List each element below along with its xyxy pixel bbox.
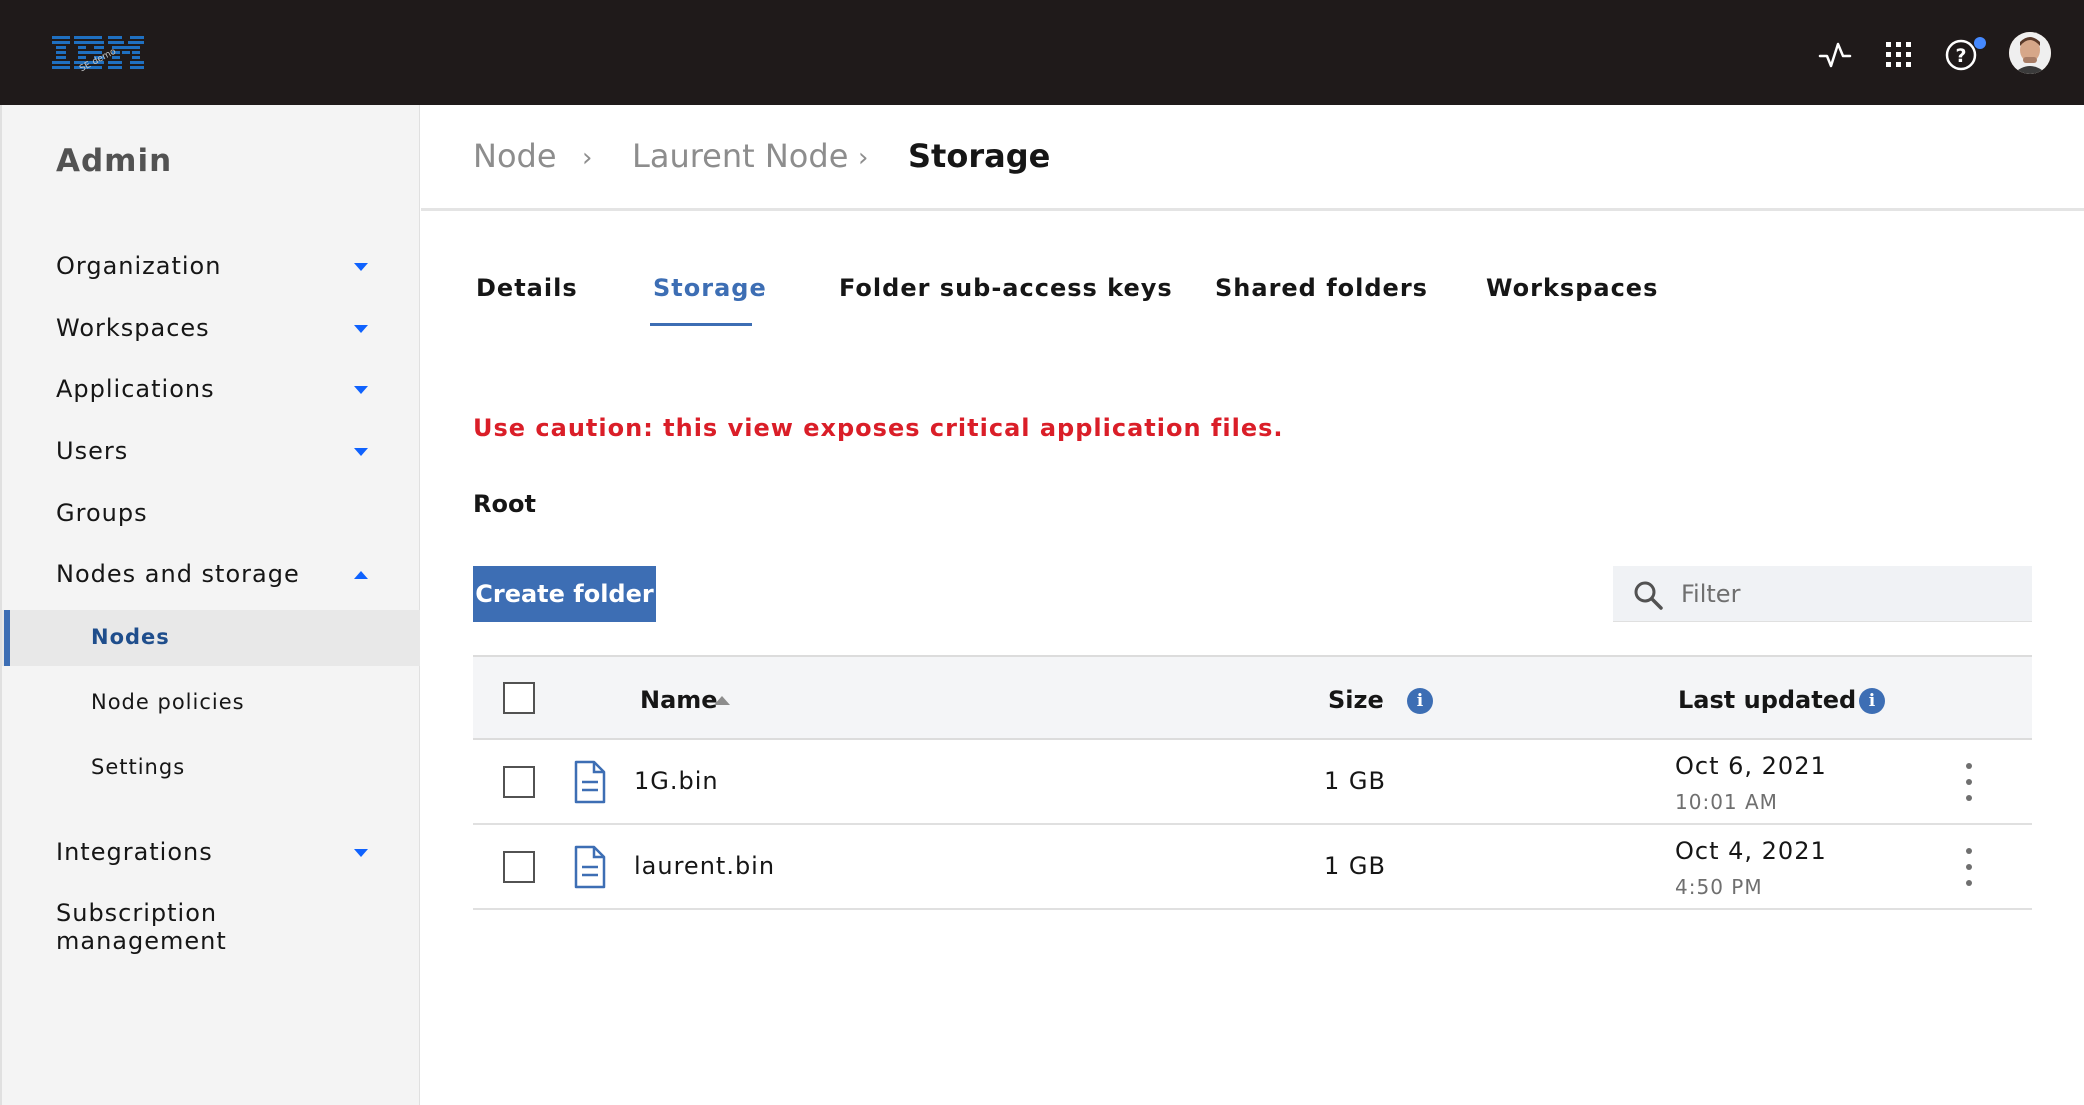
sidebar-subitem-node-policies[interactable]: Node policies [2, 675, 420, 731]
table-row[interactable]: laurent.bin 1 GB Oct 4, 2021 4:50 PM [473, 825, 2032, 910]
info-icon[interactable]: i [1407, 688, 1433, 714]
sidebar-item-label: Workspaces [56, 314, 210, 342]
chevron-right-icon: › [582, 143, 593, 173]
chevron-down-icon [354, 325, 368, 333]
file-size: 1 GB [1324, 852, 1386, 880]
activity-icon[interactable] [1817, 36, 1855, 74]
svg-text:?: ? [1955, 45, 1966, 67]
sidebar-item-groups[interactable]: Groups [2, 488, 420, 538]
table-row[interactable]: 1G.bin 1 GB Oct 6, 2021 10:01 AM [473, 740, 2032, 825]
sidebar-subitem-label: Nodes [91, 625, 170, 649]
file-name[interactable]: laurent.bin [634, 852, 775, 880]
tab-storage[interactable]: Storage [653, 274, 767, 302]
table-header: Name Size i Last updated i [473, 655, 2032, 740]
breadcrumb-current: Storage [908, 137, 1051, 175]
search-icon [1634, 581, 1663, 610]
sidebar-item-label: Users [56, 437, 129, 465]
file-name[interactable]: 1G.bin [634, 767, 719, 795]
admin-sidebar: Admin Organization Workspaces Applicatio… [0, 105, 420, 1105]
sidebar-subitem-label: Node policies [91, 690, 245, 714]
sidebar-item-workspaces[interactable]: Workspaces [2, 303, 420, 353]
sidebar-item-label: Subscription management [56, 899, 227, 955]
chevron-down-icon [354, 448, 368, 456]
document-icon [574, 760, 606, 804]
sidebar-subitem-settings[interactable]: Settings [2, 740, 420, 796]
app-switcher-icon[interactable] [1880, 36, 1918, 74]
sidebar-item-users[interactable]: Users [2, 426, 420, 476]
ibm-logo[interactable]: SE demo [50, 28, 146, 76]
sidebar-item-label: Nodes and storage [56, 560, 300, 588]
sidebar-item-label: Applications [56, 375, 215, 403]
chevron-down-icon [354, 849, 368, 857]
document-icon [574, 845, 606, 889]
tab-shared-folders[interactable]: Shared folders [1215, 274, 1428, 302]
chevron-down-icon [354, 386, 368, 394]
column-header-size[interactable]: Size [1328, 686, 1384, 714]
sidebar-item-nodes-and-storage[interactable]: Nodes and storage [2, 549, 420, 599]
updated-time: 4:50 PM [1675, 875, 1763, 899]
tab-folder-sub-access-keys[interactable]: Folder sub-access keys [839, 274, 1173, 302]
filter-box [1613, 566, 2032, 622]
breadcrumb-laurent-node[interactable]: Laurent Node [632, 137, 848, 175]
sidebar-subitem-nodes[interactable]: Nodes [2, 610, 420, 666]
column-header-name[interactable]: Name [640, 686, 718, 714]
chevron-right-icon: › [858, 143, 869, 173]
sidebar-item-label: Organization [56, 252, 222, 280]
sidebar-item-integrations[interactable]: Integrations [2, 827, 420, 877]
select-all-checkbox[interactable] [503, 682, 535, 714]
overflow-menu-icon[interactable] [1957, 845, 1981, 889]
sidebar-item-applications[interactable]: Applications [2, 364, 420, 414]
file-size: 1 GB [1324, 767, 1386, 795]
sidebar-item-label: Integrations [56, 838, 213, 866]
sidebar-item-subscription-management[interactable]: Subscription management [2, 895, 420, 965]
sidebar-subitem-label: Settings [91, 755, 186, 779]
chevron-down-icon [354, 263, 368, 271]
tab-workspaces[interactable]: Workspaces [1486, 274, 1658, 302]
folder-path-label[interactable]: Root [473, 490, 536, 518]
tab-active-indicator [650, 323, 752, 326]
overflow-menu-icon[interactable] [1957, 760, 1981, 804]
filter-input[interactable] [1681, 576, 2011, 612]
breadcrumb-node[interactable]: Node [473, 137, 557, 175]
tab-details[interactable]: Details [476, 274, 578, 302]
row-checkbox[interactable] [503, 851, 535, 883]
updated-date: Oct 6, 2021 [1675, 752, 1827, 780]
row-checkbox[interactable] [503, 766, 535, 798]
sidebar-item-organization[interactable]: Organization [2, 241, 420, 291]
caution-message: Use caution: this view exposes critical … [473, 414, 1284, 442]
breadcrumb: Node › Laurent Node › Storage [421, 105, 2084, 211]
chevron-up-icon [354, 571, 368, 579]
updated-time: 10:01 AM [1675, 790, 1778, 814]
svg-text:SE demo: SE demo [78, 47, 118, 75]
sort-ascending-icon[interactable] [714, 696, 730, 705]
info-icon[interactable]: i [1859, 688, 1885, 714]
create-folder-button[interactable]: Create folder [473, 566, 656, 622]
updated-date: Oct 4, 2021 [1675, 837, 1827, 865]
avatar[interactable] [2009, 32, 2051, 74]
sidebar-item-label: Groups [56, 499, 148, 527]
sidebar-title: Admin [56, 143, 173, 179]
active-indicator [4, 610, 10, 666]
column-header-last-updated[interactable]: Last updated [1678, 686, 1856, 714]
top-navigation-bar: SE demo ? [0, 0, 2084, 105]
notification-dot [1974, 37, 1986, 49]
